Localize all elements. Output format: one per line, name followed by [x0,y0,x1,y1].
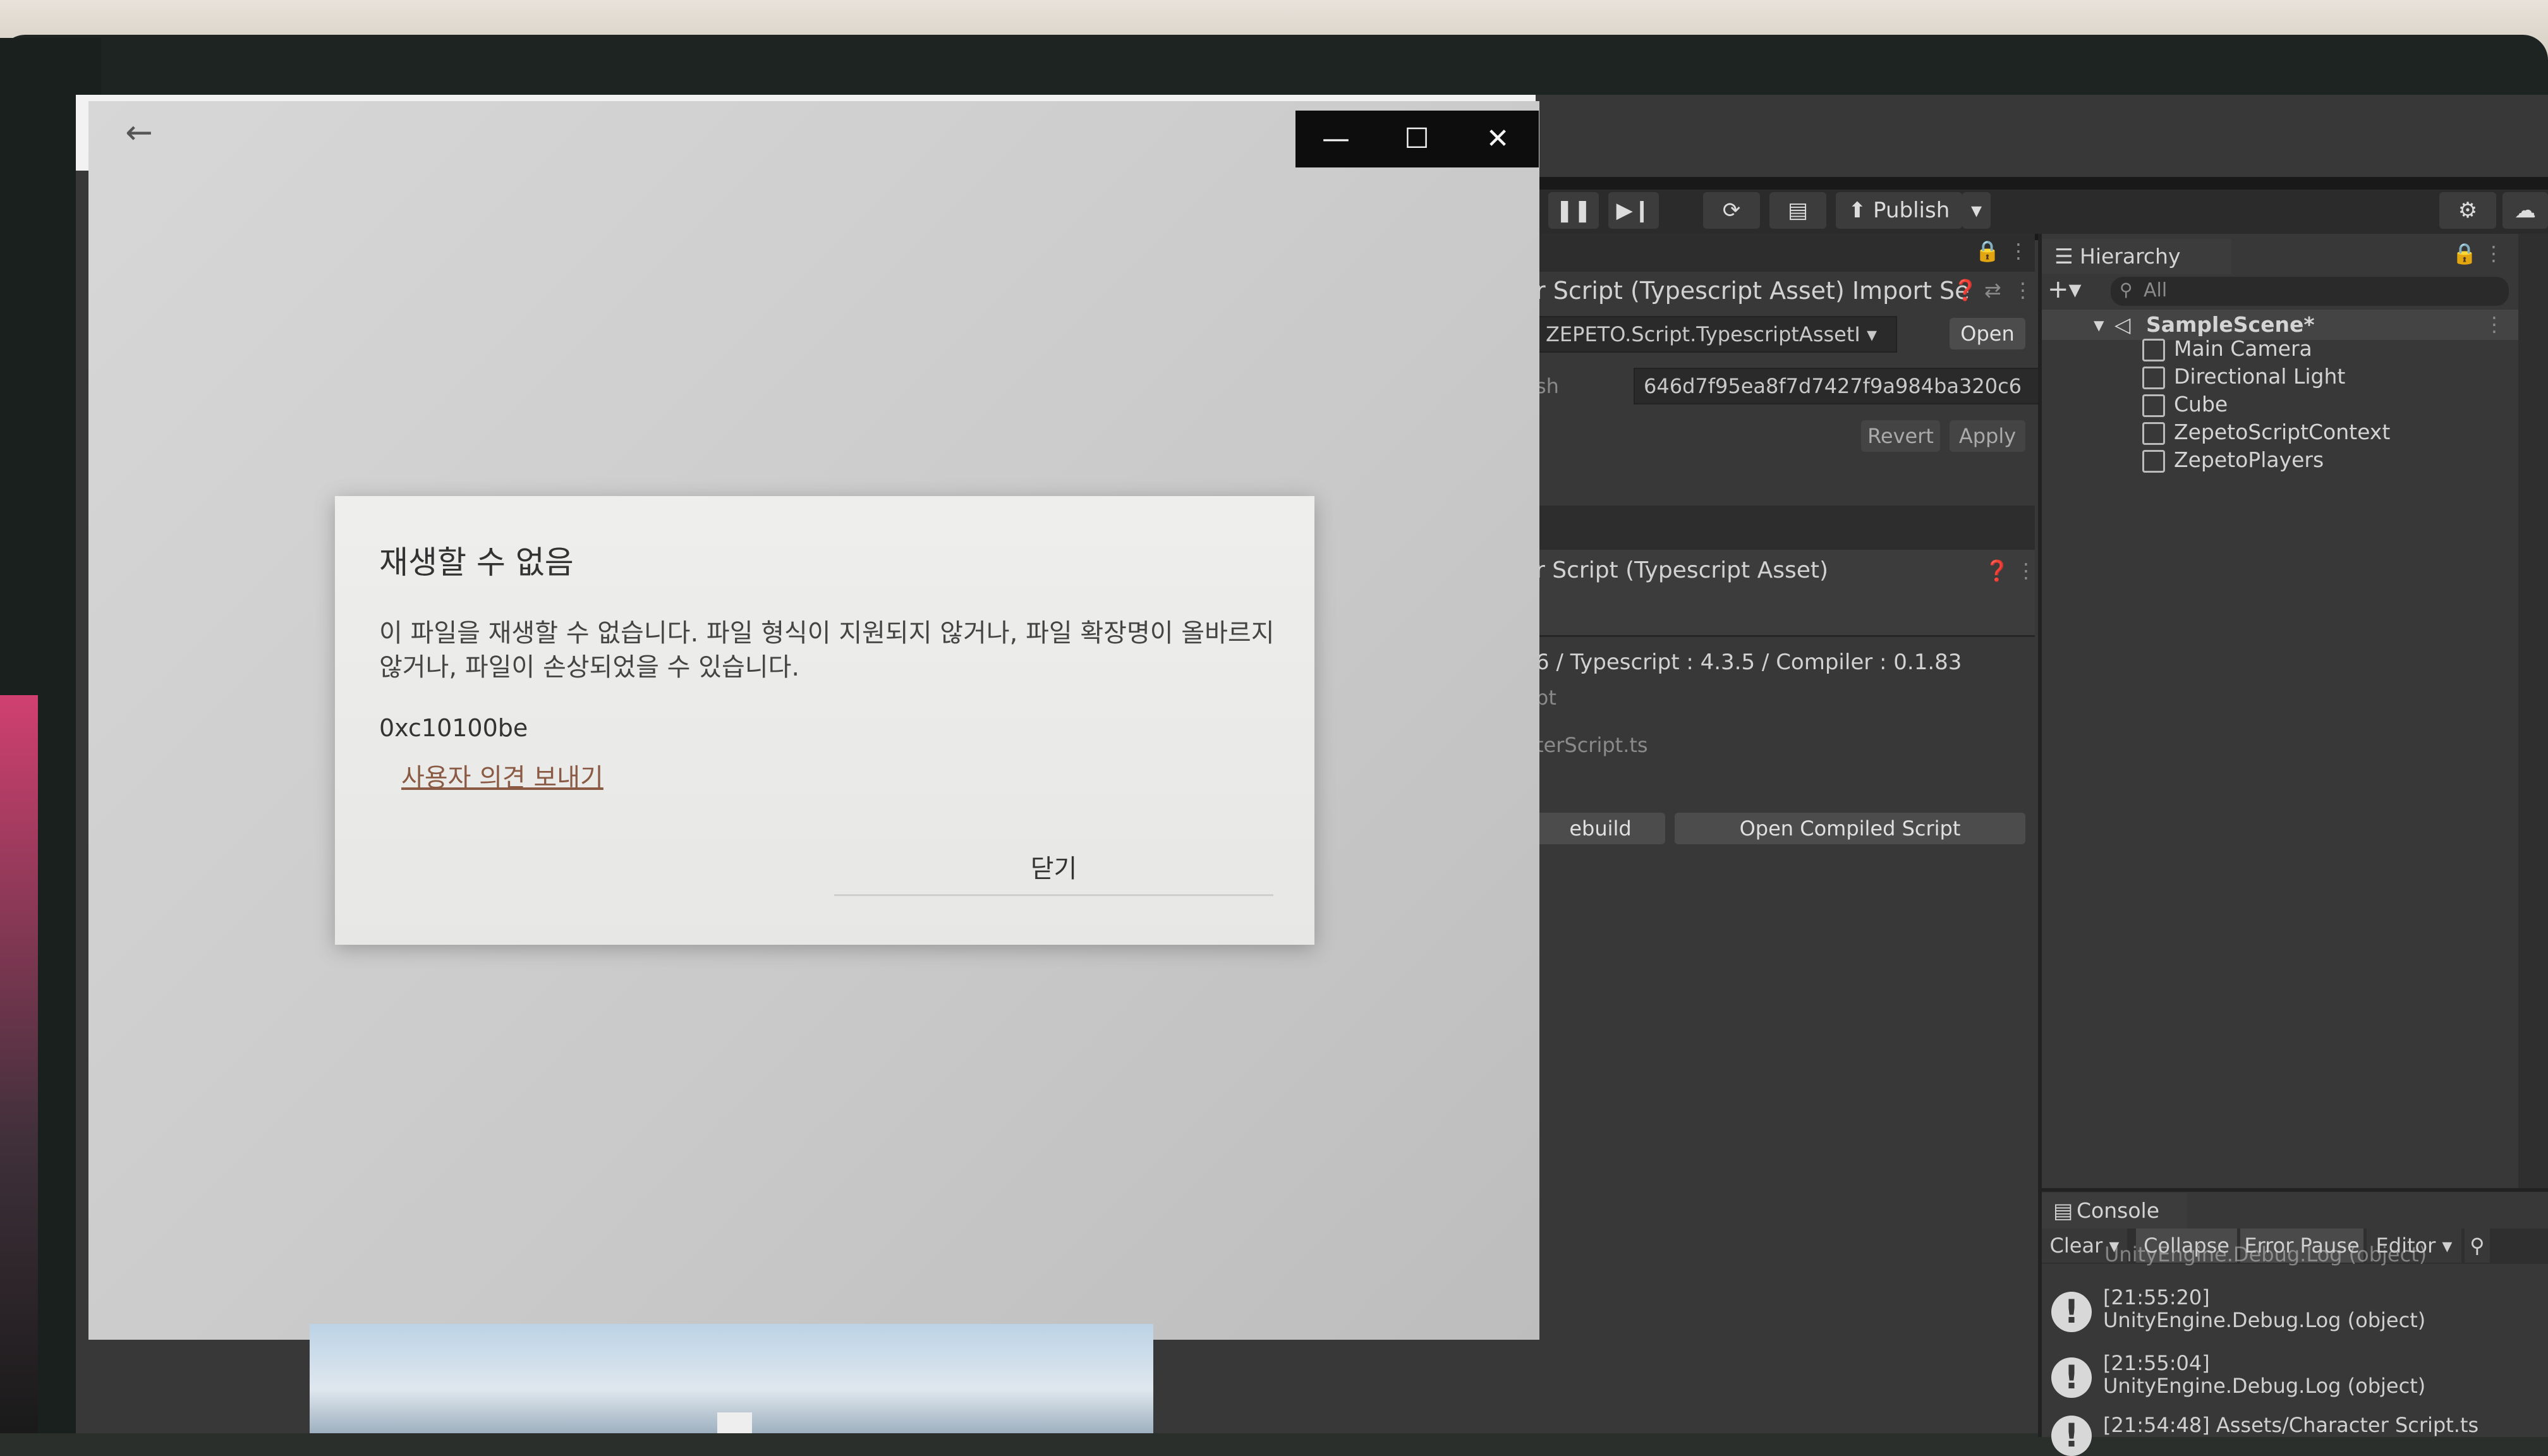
console-icon: ▤ [2053,1198,2073,1223]
collab-button[interactable]: ⟳ [1703,192,1760,229]
gameobject-icon [2142,449,2165,473]
publish-button[interactable]: ⬆ Publish [1836,192,1962,229]
arrow-left-icon: ← [125,114,153,152]
hierarchy-item[interactable]: Main Camera [2142,336,2312,361]
lock-icon[interactable]: 🔒 [2452,241,2477,265]
log-entry-partial[interactable]: [21:54:48] Assets/Character Script.ts [2103,1413,2478,1437]
apply-button[interactable]: Apply [1950,420,2025,452]
refresh-icon: ⟳ [1722,198,1741,223]
script-type-dropdown[interactable]: ZEPETO.Script.TypescriptAssetI ▾ [1536,316,1897,353]
open-compiled-script-button[interactable]: Open Compiled Script [1675,813,2025,844]
search-icon[interactable]: ⚲ [2465,1228,2490,1263]
hierarchy-search-input[interactable]: ⚲ All [2111,277,2509,306]
log-time[interactable]: [21:55:20] [2103,1285,2210,1309]
chevron-down-icon: ▾ [2442,1234,2453,1258]
unity-scene-icon: ◁ [2114,312,2131,337]
asset-section-title: r Script (Typescript Asset) [1536,557,1829,583]
more-icon[interactable]: ⋮ [2484,241,2504,265]
console-tab[interactable]: ▤ Console [2042,1193,2187,1228]
hierarchy-item[interactable]: ZepetoScriptContext [2142,420,2390,445]
gameobject-icon [2142,394,2165,417]
send-feedback-link[interactable]: 사용자 의견 보내기 [401,757,604,794]
gear-icon: ⚙ [2458,198,2478,223]
chevron-down-icon: ▾ [1867,322,1878,346]
close-icon: ✕ [1486,123,1510,155]
cloud-button[interactable]: ☁ [2502,192,2548,229]
revert-button[interactable]: Revert [1861,420,1940,452]
more-icon[interactable]: ⋮ [2013,278,2033,302]
info-icon: ! [2051,1292,2092,1332]
rebuild-button[interactable]: ebuild [1536,813,1665,844]
open-button[interactable]: Open [1950,318,2025,349]
dialog-message: 이 파일을 재생할 수 없습니다. 파일 형식이 지원되지 않거나, 파일 확장… [379,619,1275,682]
lock-icon[interactable]: 🔒 [1975,239,2000,263]
plus-icon: +▾ [2048,275,2082,304]
more-icon[interactable]: ⋮ [2484,312,2504,336]
monitor-bezel-top [0,35,2548,104]
pause-icon: ❚❚ [1555,198,1592,223]
settings-button[interactable]: ⚙ [2439,192,2496,229]
log-time[interactable]: [21:55:04] [2103,1351,2210,1375]
hierarchy-tab[interactable]: ☰ Hierarchy [2042,239,2231,274]
gameobject-icon [2142,366,2165,389]
script-file[interactable]: terScript.ts [1536,733,1648,757]
importer-title: r Script (Typescript Asset) Import Se [1536,277,1970,305]
chevron-down-icon: ▾ [1970,198,1982,223]
dialog-close-button[interactable]: 닫기 [834,844,1273,896]
list-icon: ☰ [2054,244,2073,269]
log-text[interactable]: UnityEngine.Debug.Log (object) [2103,1374,2425,1398]
error-code: 0xc10100be [379,714,528,742]
log-text[interactable]: UnityEngine.Debug.Log (object) [2103,1308,2425,1332]
more-icon[interactable]: ⋮ [2016,559,2036,583]
pause-button[interactable]: ❚❚ [1548,192,1599,229]
cloud-icon: ☁ [2515,198,2536,223]
back-button[interactable]: ← [114,107,164,158]
close-window-button[interactable]: ✕ [1457,111,1538,167]
upload-icon: ⬆ [1848,198,1867,223]
dialog-title: 재생할 수 없음 [379,544,574,581]
inspector-header [1536,234,2035,272]
gameobject-icon [2142,422,2165,445]
gameobject-icon [2142,338,2165,361]
inspector-divider [1536,506,2035,550]
log-entry-partial[interactable]: UnityEngine.Debug.Log (object) [2104,1242,2427,1266]
step-button[interactable]: ▶❙ [1608,192,1659,229]
minimize-icon: — [1322,123,1350,155]
add-object-button[interactable]: +▾ [2048,275,2082,304]
maximize-button[interactable]: ☐ [1376,111,1457,167]
hash-field[interactable]: 646d7f95ea8f7d7427f9a984ba320c6 [1634,368,2039,404]
chevron-down-icon: ▾ [2094,312,2104,337]
maximize-icon: ☐ [1404,123,1429,155]
info-icon: ! [2051,1416,2092,1456]
thumbnail-marker [717,1412,752,1433]
unity-toolbar [1536,190,2548,234]
hierarchy-item[interactable]: ZepetoPlayers [2142,447,2324,473]
background-decoration [0,695,38,1433]
more-icon[interactable]: ⋮ [2008,239,2029,263]
layout-icon: ▤ [1787,198,1809,223]
scene-row[interactable]: ▾ ◁ SampleScene* ⋮ [2042,310,2518,340]
hierarchy-item[interactable]: Cube [2142,392,2228,417]
publish-dropdown[interactable]: ▾ [1962,192,1991,229]
step-icon: ▶❙ [1616,198,1651,223]
minimize-button[interactable]: — [1295,111,1376,167]
preset-icon[interactable]: ⇄ [1984,278,2001,302]
help-icon[interactable]: ❓ [1984,559,2010,583]
help-icon[interactable]: ❓ [1953,278,1978,302]
version-info: 6 / Typescript : 4.3.5 / Compiler : 0.1.… [1536,650,1962,675]
services-button[interactable]: ▤ [1769,192,1826,229]
search-icon: ⚲ [2120,279,2133,300]
info-icon: ! [2051,1357,2092,1398]
hierarchy-item[interactable]: Directional Light [2142,364,2345,389]
